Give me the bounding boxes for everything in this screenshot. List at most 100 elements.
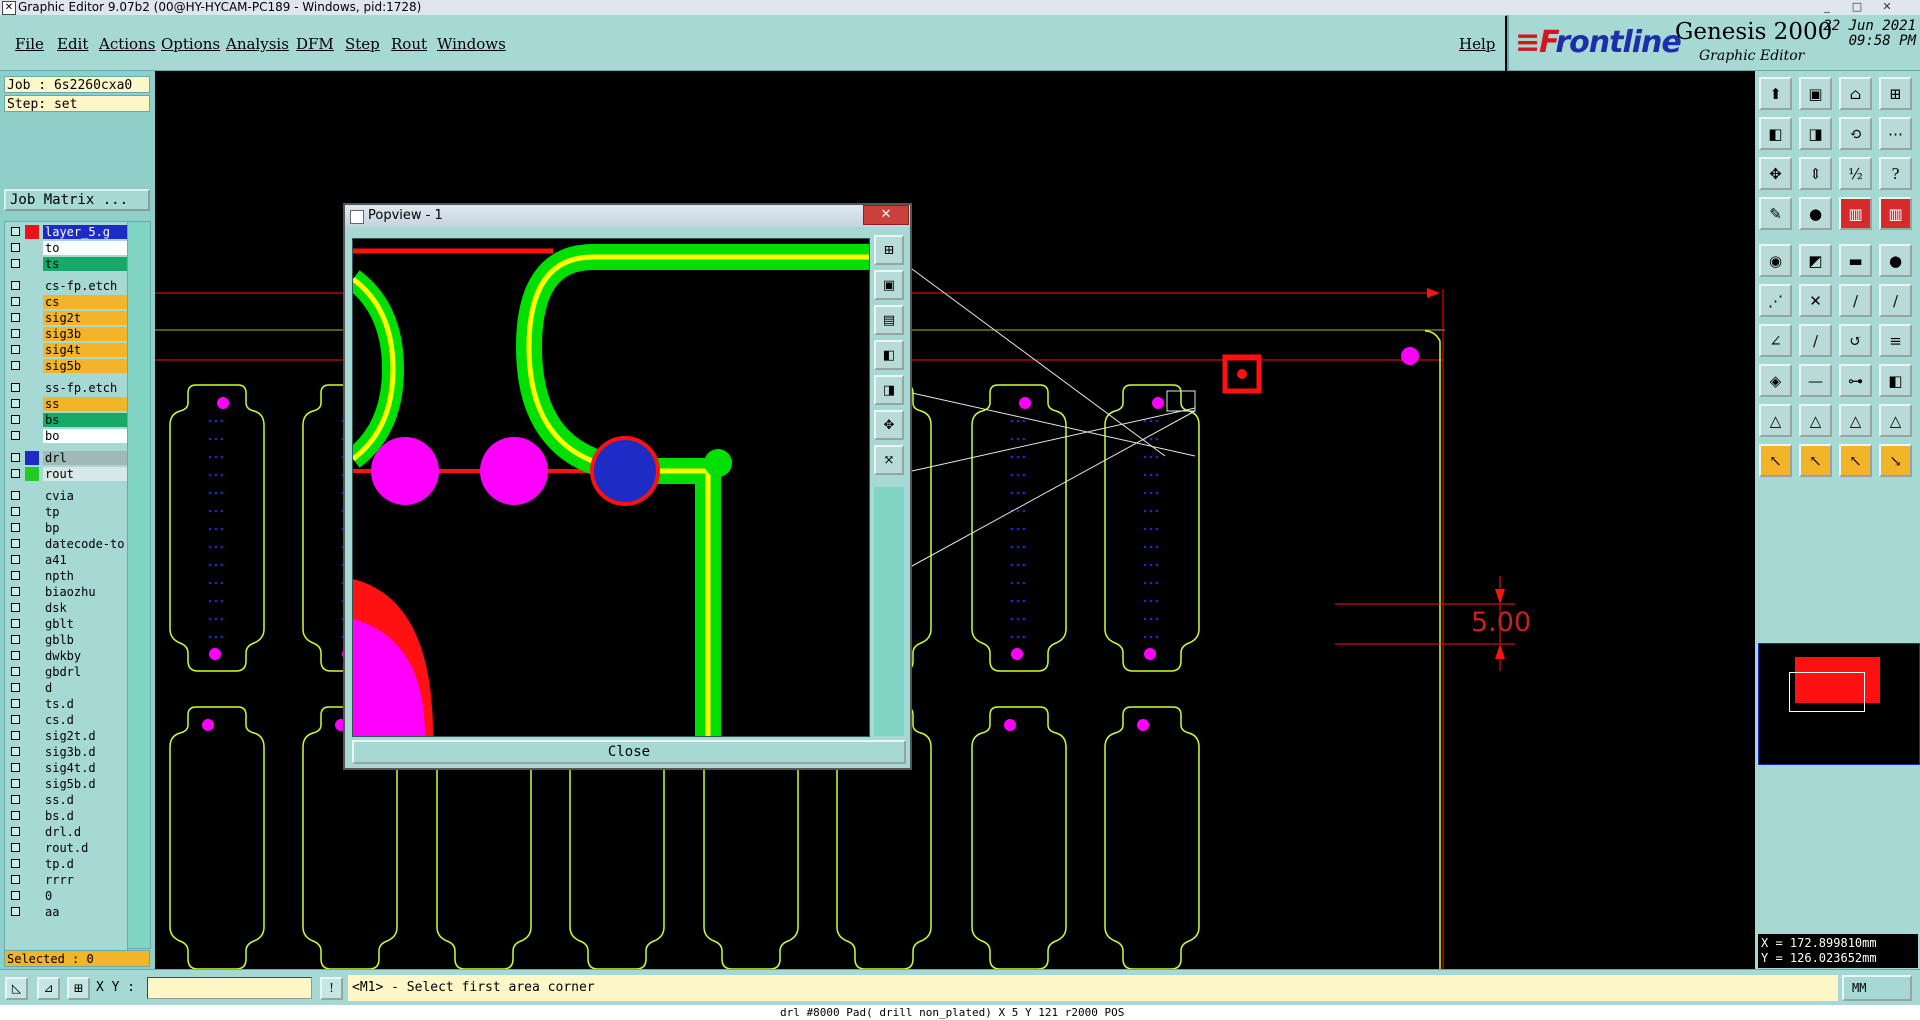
layer-checkbox[interactable] [11,827,20,836]
menu-dfm[interactable]: DFM [296,35,334,53]
layer-checkbox[interactable] [11,763,20,772]
layer-checkbox[interactable] [11,555,20,564]
slash-icon[interactable]: ∕ [1799,324,1832,357]
angle-icon[interactable]: ∠ [1759,324,1792,357]
layer-checkbox[interactable] [11,227,20,236]
popview-close-x-button[interactable]: ✕ [863,205,909,225]
nodes-icon[interactable]: ⋰ [1759,284,1792,317]
job-matrix-button[interactable]: Job Matrix ... [4,189,150,211]
dash-icon[interactable]: — [1799,364,1832,397]
layer-checkbox[interactable] [11,415,20,424]
pin-icon[interactable]: ● [1799,197,1832,230]
dot-icon[interactable]: ● [1879,244,1912,277]
minimap[interactable] [1758,643,1920,765]
minimap-viewport[interactable] [1789,672,1865,712]
cross-icon[interactable]: ✕ [1799,284,1832,317]
menu-analysis[interactable]: Analysis [226,35,289,53]
layer-checkbox[interactable] [11,523,20,532]
layer-checkbox[interactable] [11,859,20,868]
layer-checkbox[interactable] [11,587,20,596]
layout-icon[interactable]: ⊞ [1879,77,1912,110]
menu-rout[interactable]: Rout [391,35,427,53]
menu-step[interactable]: Step [345,35,380,53]
layer-checkbox[interactable] [11,603,20,612]
popview-tool-3[interactable]: ▤ [874,305,904,335]
layer-checkbox[interactable] [11,491,20,500]
menu-edit[interactable]: Edit [57,35,88,53]
minimize-button[interactable]: _ [1816,0,1838,13]
rotate-icon[interactable]: ↺ [1839,324,1872,357]
tri2-icon[interactable]: △ [1799,404,1832,437]
layer-checkbox[interactable] [11,651,20,660]
pointer4-icon[interactable]: ↘ [1879,444,1912,477]
fit-icon[interactable]: ✥ [1759,157,1792,190]
menu-options[interactable]: Options [161,35,220,53]
layer-checkbox[interactable] [11,715,20,724]
pointer1-icon[interactable]: ↖ [1759,444,1792,477]
tri3-icon[interactable]: △ [1839,404,1872,437]
move-icon[interactable]: ◈ [1759,364,1792,397]
layer-checkbox[interactable] [11,539,20,548]
popview-zoom-icon[interactable]: ⤧ [874,445,904,475]
layer-checkbox[interactable] [11,469,20,478]
layer-list-scrollbar[interactable] [127,221,151,949]
layer-checkbox[interactable] [11,811,20,820]
layer-checkbox[interactable] [11,345,20,354]
layer-checkbox[interactable] [11,699,20,708]
layer-checkbox[interactable] [11,507,20,516]
layer-checkbox[interactable] [11,361,20,370]
maximize-button[interactable]: □ [1846,0,1868,13]
popview-tool-2[interactable]: ▣ [874,270,904,300]
camera-icon[interactable]: ◉ [1759,244,1792,277]
contrast-icon[interactable]: ◩ [1799,244,1832,277]
layer-checkbox[interactable] [11,329,20,338]
align-icon[interactable]: ≡ [1879,324,1912,357]
popview-tool-5[interactable]: ◨ [874,375,904,405]
layer-checkbox[interactable] [11,795,20,804]
popview-tool-4[interactable]: ◧ [874,340,904,370]
layer-checkbox[interactable] [11,281,20,290]
layer-checkbox[interactable] [11,431,20,440]
layer-checkbox[interactable] [11,891,20,900]
xy-input[interactable] [147,977,312,999]
split-icon[interactable]: ▥ [1839,197,1872,230]
tri1-icon[interactable]: △ [1759,404,1792,437]
layer-checkbox[interactable] [11,667,20,676]
line2-icon[interactable]: ∕ [1879,284,1912,317]
layer-checkbox[interactable] [11,683,20,692]
snap-icon[interactable]: ◺ [5,977,28,1000]
layer-checkbox[interactable] [11,297,20,306]
line-icon[interactable]: ∕ [1839,284,1872,317]
open-icon[interactable]: ⬆ [1759,77,1792,110]
layer-checkbox[interactable] [11,383,20,392]
units-selector[interactable]: MM [1842,975,1912,1001]
layer-checkbox[interactable] [11,635,20,644]
info-icon[interactable]: ! [320,977,343,1000]
copy-icon[interactable]: ◧ [1879,364,1912,397]
layer-checkbox[interactable] [11,875,20,884]
layer-checkbox[interactable] [11,571,20,580]
zoom-icon[interactable]: ⇕ [1799,157,1832,190]
layer-checkbox[interactable] [11,313,20,322]
layer-checkbox[interactable] [11,779,20,788]
pointer3-icon[interactable]: ↖ [1839,444,1872,477]
layer-checkbox[interactable] [11,619,20,628]
close-window-button[interactable]: ✕ [1876,0,1898,13]
layer-checkbox[interactable] [11,731,20,740]
menu-help[interactable]: Help [1459,35,1495,53]
menu-windows[interactable]: Windows [437,35,506,53]
menu-file[interactable]: File [15,35,44,53]
grid-icon[interactable]: ⊞ [67,977,90,1000]
popview-close-button[interactable]: Close [352,740,906,764]
popview-fit-icon[interactable]: ✥ [874,410,904,440]
menu-actions[interactable]: Actions [99,35,155,53]
popview-tool-1[interactable]: ⊞ [874,235,904,265]
undo-icon[interactable]: ⟲ [1839,117,1872,150]
edit-icon[interactable]: ✎ [1759,197,1792,230]
ruler-icon[interactable]: ▬ [1839,244,1872,277]
help-icon[interactable]: ? [1879,157,1912,190]
layer-checkbox[interactable] [11,259,20,268]
grid-snap-icon[interactable]: ⊿ [37,977,60,1000]
layer-checkbox[interactable] [11,907,20,916]
link-icon[interactable]: ⊶ [1839,364,1872,397]
